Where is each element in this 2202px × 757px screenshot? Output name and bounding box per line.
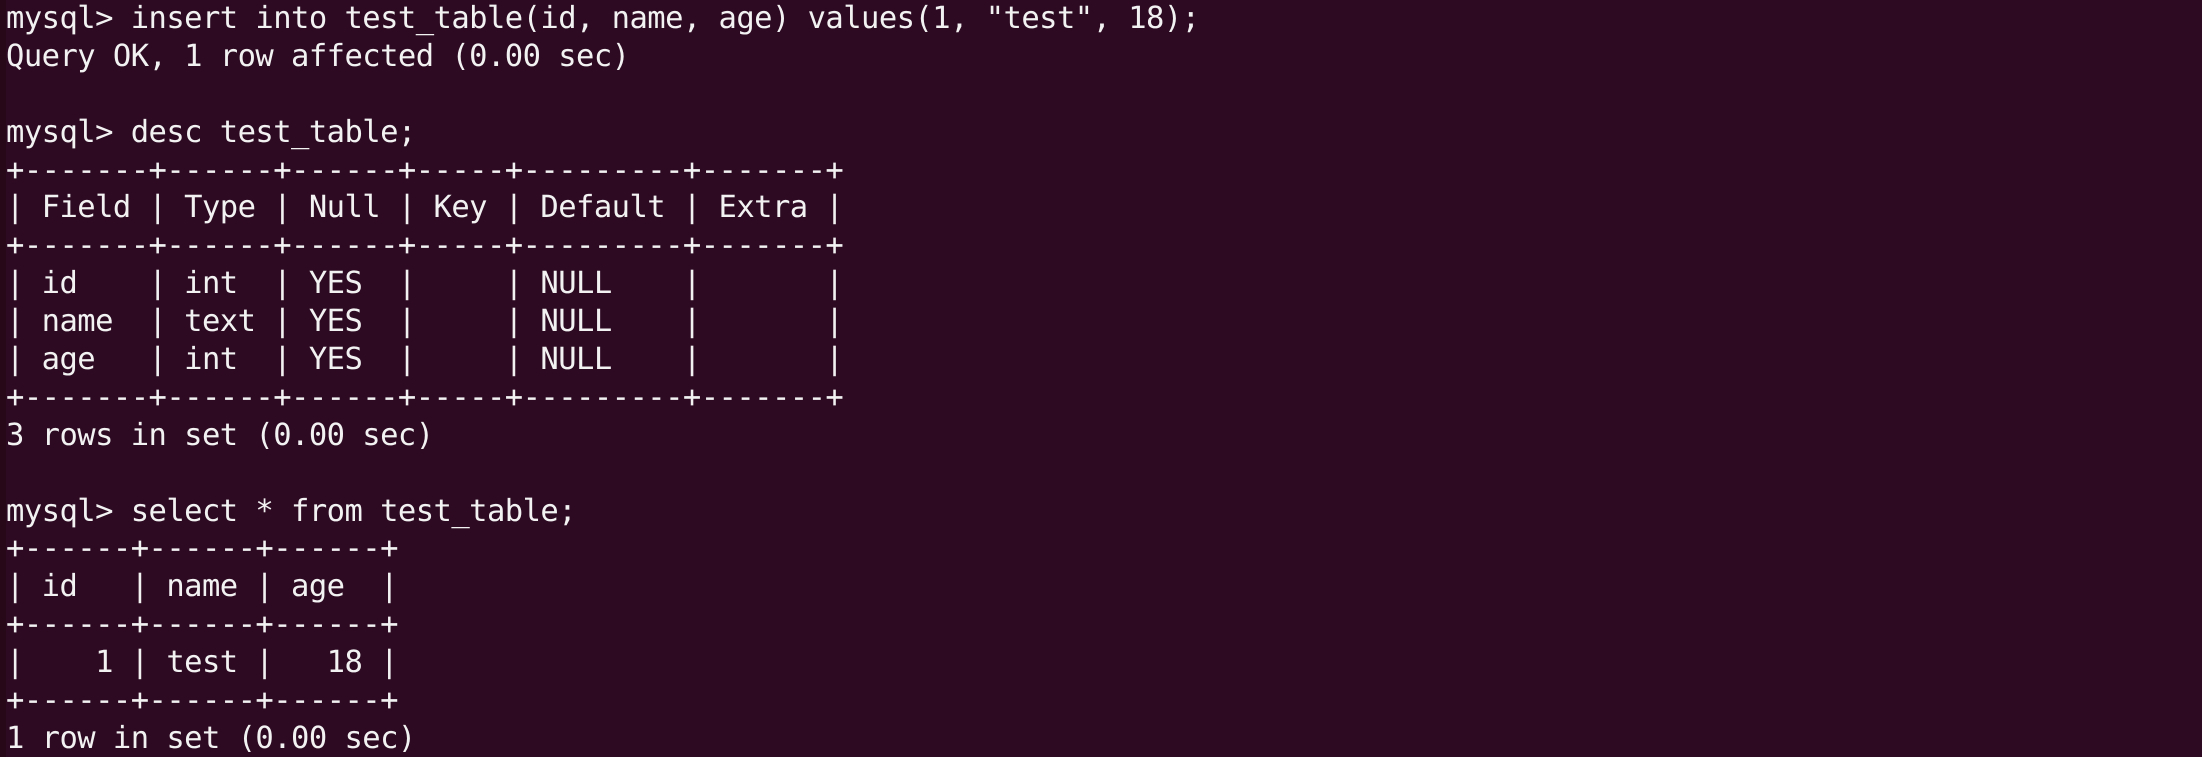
select-table-header-row: | id | name | age | — [6, 569, 398, 605]
terminal-line-desc-command: mysql> desc test_table; — [6, 114, 416, 150]
desc-table-row-age: | age | int | YES | | NULL | | — [6, 342, 844, 378]
terminal-screen[interactable]: mysql> insert into test_table(id, name, … — [6, 0, 2196, 757]
select-table-header-separator: +------+------+------+ — [6, 607, 398, 643]
terminal-window[interactable]: mysql> insert into test_table(id, name, … — [0, 0, 2202, 757]
desc-table-header-separator: +-------+------+------+-----+---------+-… — [6, 228, 844, 264]
desc-result-row-count: 3 rows in set (0.00 sec) — [6, 417, 434, 453]
select-table-bottom-separator: +------+------+------+ — [6, 683, 398, 719]
select-table-top-separator: +------+------+------+ — [6, 531, 398, 567]
desc-table-row-name: | name | text | YES | | NULL | | — [6, 304, 844, 340]
desc-table-header-row: | Field | Type | Null | Key | Default | … — [6, 190, 844, 226]
terminal-line-blank-2 — [6, 455, 2196, 493]
desc-table-bottom-separator: +-------+------+------+-----+---------+-… — [6, 379, 844, 415]
desc-table-top-separator: +-------+------+------+-----+---------+-… — [6, 152, 844, 188]
terminal-line-insert-result: Query OK, 1 row affected (0.00 sec) — [6, 38, 630, 74]
terminal-line-insert-command: mysql> insert into test_table(id, name, … — [6, 1, 1200, 36]
window-left-edge — [0, 0, 6, 757]
terminal-line-select-command: mysql> select * from test_table; — [6, 493, 577, 529]
terminal-line-blank-1 — [6, 76, 2196, 114]
select-table-row-1: | 1 | test | 18 | — [6, 645, 398, 681]
desc-table-row-id: | id | int | YES | | NULL | | — [6, 266, 844, 302]
select-result-row-count: 1 row in set (0.00 sec) — [6, 720, 416, 756]
